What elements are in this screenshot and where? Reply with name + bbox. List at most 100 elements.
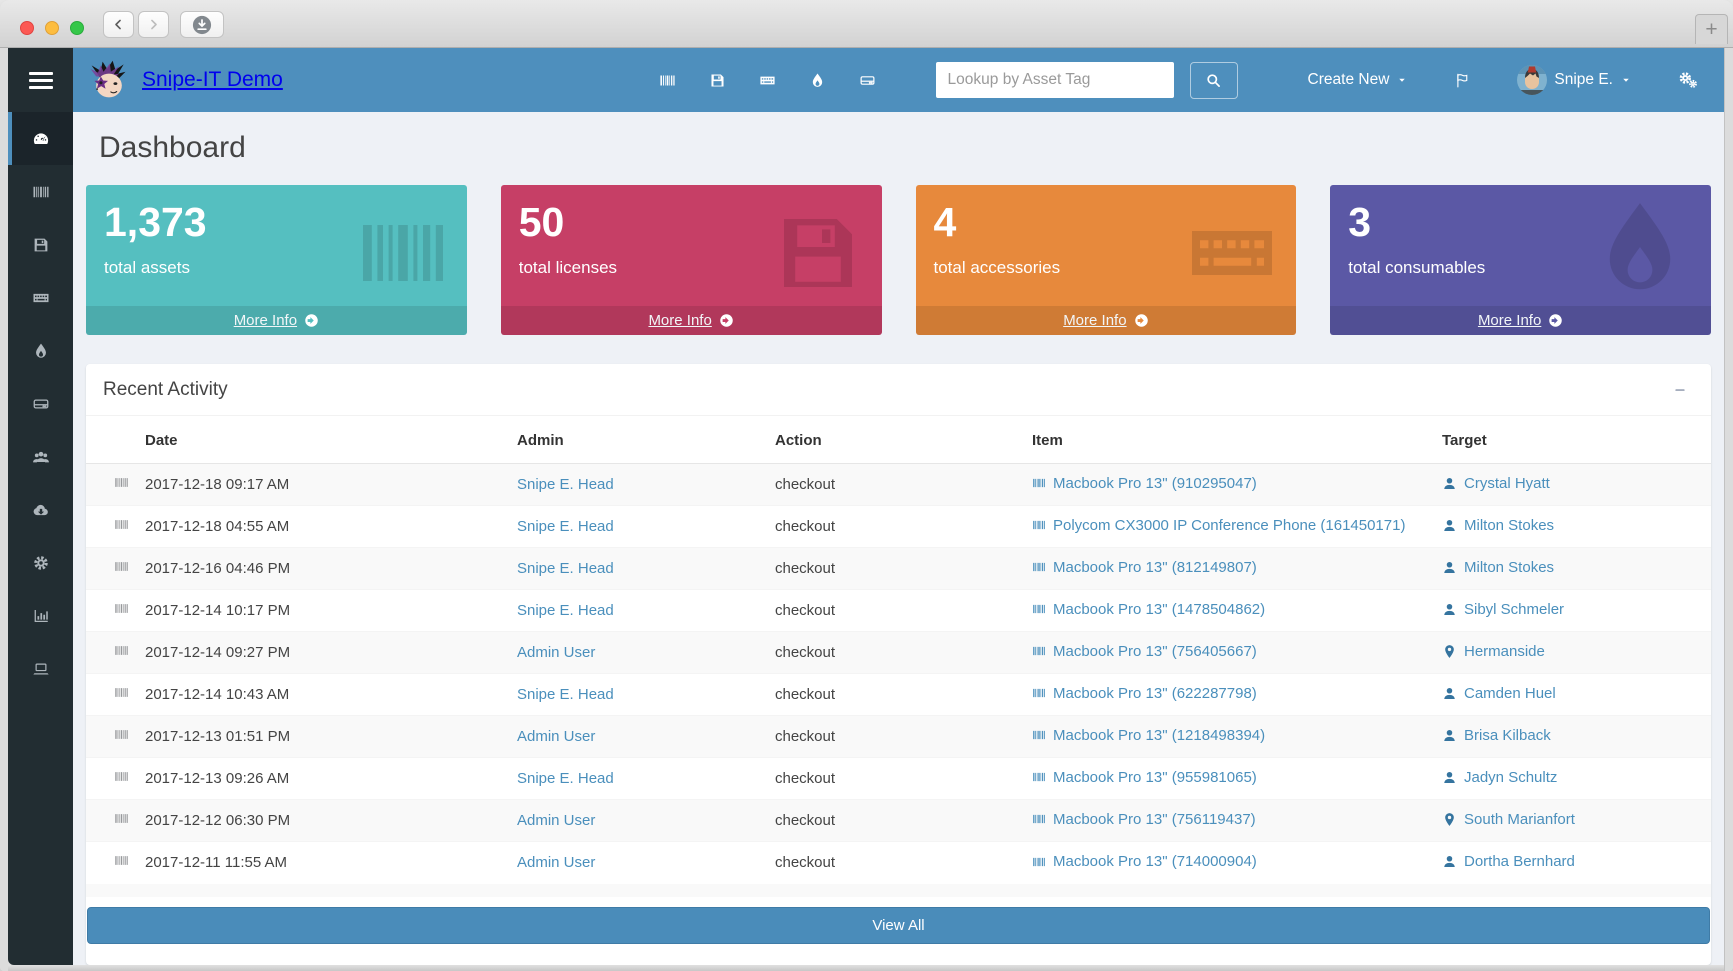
action-cell: checkout <box>767 548 1024 590</box>
item-link[interactable]: Macbook Pro 13" (756405667) <box>1032 643 1257 660</box>
item-link[interactable]: Polycom CX3000 IP Conference Phone (1614… <box>1032 517 1405 534</box>
users-icon <box>32 448 50 466</box>
more-info-link[interactable]: More Info <box>86 306 467 335</box>
admin-link[interactable]: Admin User <box>517 728 595 745</box>
search-button[interactable] <box>1190 62 1238 99</box>
more-info-label: More Info <box>234 306 297 335</box>
admin-link[interactable]: Admin User <box>517 854 595 871</box>
item-link[interactable]: Macbook Pro 13" (1478504862) <box>1032 601 1265 618</box>
user-name: Snipe E. <box>1554 71 1613 89</box>
sidebar-item-requestable[interactable] <box>8 642 73 695</box>
admin-link[interactable]: Snipe E. Head <box>517 560 614 577</box>
user-menu-dropdown[interactable]: Snipe E. <box>1517 65 1632 95</box>
collapse-panel-button[interactable] <box>1666 381 1694 399</box>
more-info-link[interactable]: More Info <box>916 306 1297 335</box>
sidebar-item-kits[interactable] <box>8 483 73 536</box>
admin-settings-button[interactable] <box>1678 70 1698 90</box>
more-info-link[interactable]: More Info <box>501 306 882 335</box>
sidebar-item-dashboard[interactable] <box>8 112 73 165</box>
new-tab-button[interactable]: + <box>1695 14 1728 44</box>
action-cell: checkout <box>767 632 1024 674</box>
admin-link[interactable]: Admin User <box>517 644 595 661</box>
sidebar-item-licenses[interactable] <box>8 218 73 271</box>
stat-box-total-assets: 1,373total assetsMore Info <box>86 185 467 335</box>
item-link[interactable]: Macbook Pro 13" (756119437) <box>1032 811 1256 828</box>
admin-link[interactable]: Admin User <box>517 812 595 829</box>
item-link[interactable]: Macbook Pro 13" (622287798) <box>1032 685 1257 702</box>
nav-shortcut-consumables[interactable] <box>809 72 826 89</box>
admin-cell: Admin User <box>509 716 767 758</box>
activity-table-row: 2017-12-14 09:27 PMAdmin UsercheckoutMac… <box>86 632 1711 674</box>
user-icon <box>1442 854 1457 869</box>
item-link[interactable]: Macbook Pro 13" (1218498394) <box>1032 727 1265 744</box>
stat-box-total-consumables: 3total consumablesMore Info <box>1330 185 1711 335</box>
sidebar-item-consumables[interactable] <box>8 324 73 377</box>
sidebar-item-reports[interactable] <box>8 589 73 642</box>
sidebar-item-people[interactable] <box>8 430 73 483</box>
column-header-item: Item <box>1024 416 1434 464</box>
browser-forward-button[interactable] <box>138 11 169 38</box>
admin-link[interactable]: Snipe E. Head <box>517 518 614 535</box>
nav-shortcut-assets[interactable] <box>659 72 676 89</box>
user-icon <box>1442 728 1457 743</box>
window-controls <box>20 21 84 35</box>
maximize-window-button[interactable] <box>70 21 84 35</box>
asset-tag-search-input[interactable] <box>936 62 1174 98</box>
hdd-icon <box>32 395 50 413</box>
nav-shortcut-components[interactable] <box>859 72 876 89</box>
target-link[interactable]: Brisa Kilback <box>1442 727 1551 744</box>
more-info-link[interactable]: More Info <box>1330 306 1711 335</box>
column-header-admin: Admin <box>509 416 767 464</box>
create-new-dropdown[interactable]: Create New <box>1308 71 1409 89</box>
more-info-label: More Info <box>1478 306 1541 335</box>
item-name: Macbook Pro 13" (1218498394) <box>1053 727 1265 744</box>
barcode-icon <box>1032 602 1046 616</box>
item-link[interactable]: Macbook Pro 13" (955981065) <box>1032 769 1257 786</box>
admin-cell: Snipe E. Head <box>509 464 767 506</box>
barcode-icon <box>32 183 50 201</box>
column-header-target: Target <box>1434 416 1711 464</box>
item-cell: Macbook Pro 13" (955981065) <box>1024 758 1434 800</box>
admin-link[interactable]: Snipe E. Head <box>517 770 614 787</box>
activity-table: Date Admin Action Item Target 2017-12-18… <box>86 416 1711 884</box>
item-link[interactable]: Macbook Pro 13" (714000904) <box>1032 853 1257 870</box>
item-link[interactable]: Macbook Pro 13" (812149807) <box>1032 559 1257 576</box>
sidebar-item-assets[interactable] <box>8 165 73 218</box>
activity-table-row: 2017-12-14 10:43 AMSnipe E. Headcheckout… <box>86 674 1711 716</box>
target-link[interactable]: Milton Stokes <box>1442 559 1554 576</box>
item-name: Macbook Pro 13" (1478504862) <box>1053 601 1265 618</box>
barcode-icon <box>1032 560 1046 574</box>
target-link[interactable]: Jadyn Schultz <box>1442 769 1557 786</box>
column-header-date: Date <box>137 416 509 464</box>
droplet-icon <box>809 72 826 89</box>
nav-shortcut-accessories[interactable] <box>759 72 776 89</box>
item-link[interactable]: Macbook Pro 13" (910295047) <box>1032 475 1257 492</box>
nav-shortcut-licenses[interactable] <box>709 72 726 89</box>
alerts-flag-button[interactable] <box>1454 72 1471 89</box>
admin-link[interactable]: Snipe E. Head <box>517 602 614 619</box>
target-link[interactable]: Camden Huel <box>1442 685 1556 702</box>
sidebar-item-settings[interactable] <box>8 536 73 589</box>
sidebar-item-accessories[interactable] <box>8 271 73 324</box>
target-cell: Jadyn Schultz <box>1434 758 1711 800</box>
target-link[interactable]: Milton Stokes <box>1442 517 1554 534</box>
minimize-window-button[interactable] <box>45 21 59 35</box>
date-cell: 2017-12-14 10:17 PM <box>137 590 509 632</box>
admin-link[interactable]: Snipe E. Head <box>517 686 614 703</box>
item-name: Macbook Pro 13" (756119437) <box>1053 811 1256 828</box>
target-link[interactable]: South Marianfort <box>1442 811 1575 828</box>
target-link[interactable]: Crystal Hyatt <box>1442 475 1550 492</box>
browser-back-button[interactable] <box>103 11 134 38</box>
browser-downloads-button[interactable] <box>180 11 224 38</box>
target-link[interactable]: Dortha Bernhard <box>1442 853 1575 870</box>
admin-link[interactable]: Snipe E. Head <box>517 476 614 493</box>
target-link[interactable]: Sibyl Schmeler <box>1442 601 1564 618</box>
close-window-button[interactable] <box>20 21 34 35</box>
target-link[interactable]: Hermanside <box>1442 643 1545 660</box>
brand-link[interactable]: Snipe-IT Demo <box>87 58 283 102</box>
sidebar-toggle[interactable] <box>8 48 73 112</box>
view-all-button[interactable]: View All <box>87 907 1710 944</box>
activity-table-row: 2017-12-11 11:55 AMAdmin UsercheckoutMac… <box>86 842 1711 884</box>
navbar-quick-icons <box>659 72 876 89</box>
sidebar-item-components[interactable] <box>8 377 73 430</box>
